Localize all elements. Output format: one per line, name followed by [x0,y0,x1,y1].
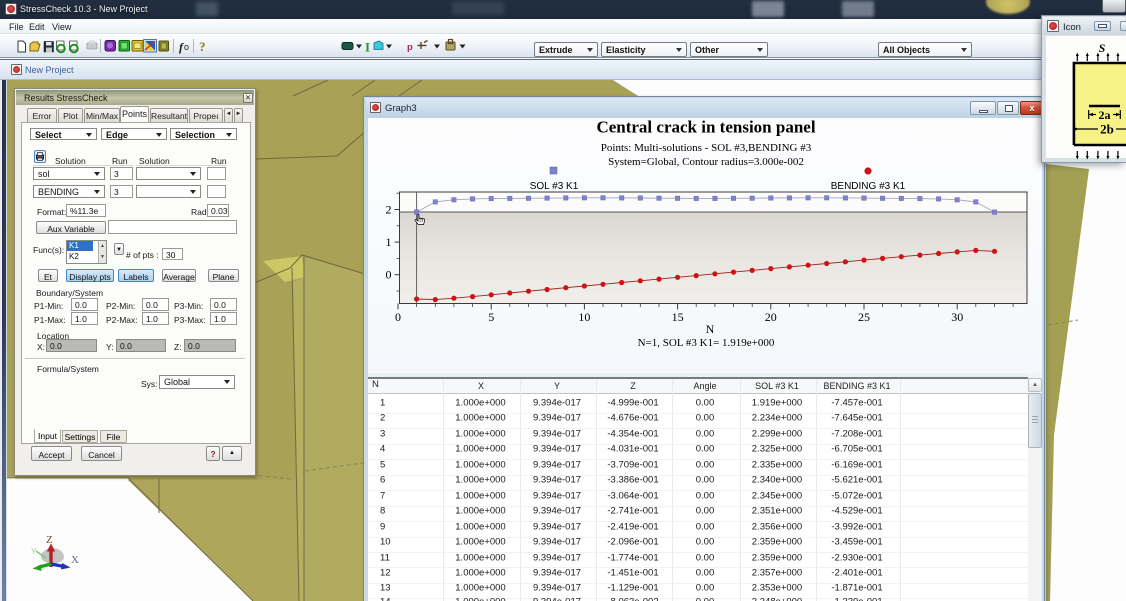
svg-text:System=Global, Contour radius=: System=Global, Contour radius=3.000e-002 [608,156,804,168]
svg-text:2b: 2b [1100,122,1114,137]
svg-text:1: 1 [386,235,392,249]
svg-text:5: 5 [488,310,494,324]
svg-text:Z: Z [46,534,53,546]
svg-text:Y: Y [31,547,37,556]
svg-text:SOL #3 K1: SOL #3 K1 [530,181,579,192]
svg-text:0: 0 [386,268,392,282]
svg-text:I: I [365,40,370,55]
svg-text:25: 25 [858,310,870,324]
svg-text:?: ? [199,39,206,54]
svg-text:p: p [407,42,413,53]
svg-text:20: 20 [765,310,777,324]
svg-text:N=1, SOL #3 K1= 1.919e+000: N=1, SOL #3 K1= 1.919e+000 [638,337,775,349]
svg-text:Points: Multi-solutions - SOL: Points: Multi-solutions - SOL #3,BENDING… [601,142,812,154]
svg-text:0: 0 [395,310,401,324]
svg-text:S: S [1099,41,1106,55]
svg-text:N: N [706,322,715,336]
svg-text:15: 15 [672,310,684,324]
svg-text:BENDING #3 K1: BENDING #3 K1 [831,181,906,192]
svg-text:2: 2 [386,203,392,217]
svg-text:X: X [71,554,79,566]
svg-text:30: 30 [951,310,963,324]
svg-text:o: o [184,42,189,52]
svg-text:Central crack in tension panel: Central crack in tension panel [596,118,815,137]
svg-text:10: 10 [578,310,590,324]
svg-text:2a: 2a [1099,108,1111,122]
